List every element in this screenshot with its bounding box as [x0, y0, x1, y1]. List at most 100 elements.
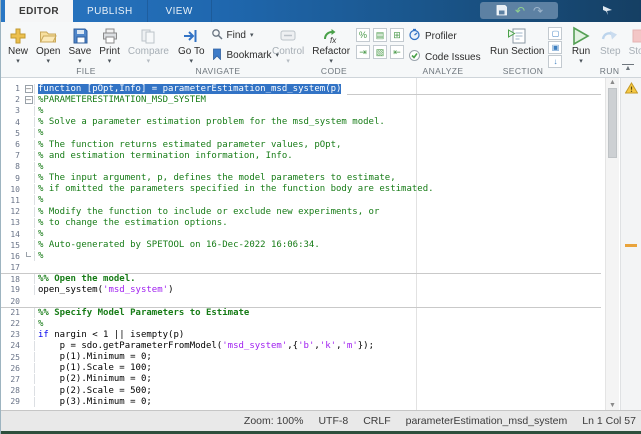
- code-line[interactable]: 14%: [1, 228, 601, 239]
- line-number[interactable]: 18: [1, 275, 23, 284]
- save-button[interactable]: Save ▾: [64, 25, 95, 66]
- code-line[interactable]: 4% Solve a parameter estimation problem …: [1, 117, 601, 128]
- code-line[interactable]: 10% if omitted the parameters specified …: [1, 184, 601, 195]
- warning-marker[interactable]: [625, 244, 637, 247]
- code-line[interactable]: 1–function [pOpt,Info] = parameterEstima…: [1, 83, 601, 94]
- scroll-up-icon[interactable]: ▲: [606, 79, 619, 86]
- line-number[interactable]: 20: [1, 297, 23, 306]
- code-text[interactable]: %: [34, 229, 601, 239]
- code-text[interactable]: %: [34, 106, 601, 116]
- code-line[interactable]: 21%% Specify Model Parameters to Estimat…: [1, 307, 601, 318]
- code-text[interactable]: % Auto-generated by SPETOOL on 16-Dec-20…: [34, 240, 601, 250]
- code-text[interactable]: % to change the estimation options.: [34, 218, 601, 228]
- code-line[interactable]: 2–%PARAMETERESTIMATION_MSD_SYSTEM: [1, 94, 601, 105]
- code-text[interactable]: % and estimation termination information…: [34, 151, 601, 161]
- line-number[interactable]: 17: [1, 263, 23, 272]
- code-line[interactable]: 7% and estimation termination informatio…: [1, 150, 601, 161]
- code-text[interactable]: % if omitted the parameters specified in…: [34, 184, 601, 194]
- scroll-down-icon[interactable]: ▼: [606, 402, 619, 409]
- code-line[interactable]: 22%: [1, 318, 601, 329]
- code-text[interactable]: %: [34, 162, 601, 172]
- code-text[interactable]: p(1).Minimum = 0;: [34, 352, 601, 362]
- scrollbar-thumb[interactable]: [608, 88, 617, 158]
- step-button[interactable]: Step: [596, 25, 625, 59]
- goto-button[interactable]: Go To ▾: [174, 25, 209, 66]
- line-number[interactable]: 5: [1, 129, 23, 138]
- line-number[interactable]: 9: [1, 174, 23, 183]
- line-number[interactable]: 14: [1, 230, 23, 239]
- code-text[interactable]: function [pOpt,Info] = parameterEstimati…: [34, 84, 601, 94]
- line-number[interactable]: 11: [1, 196, 23, 205]
- code-line[interactable]: 28 p(2).Scale = 500;: [1, 385, 601, 396]
- code-text[interactable]: %% Open the model.: [34, 274, 601, 284]
- code-line[interactable]: 13 % to change the estimation options.: [1, 217, 601, 228]
- line-number[interactable]: 29: [1, 397, 23, 406]
- code-text[interactable]: p(2).Scale = 500;: [34, 386, 601, 396]
- line-number[interactable]: 13: [1, 218, 23, 227]
- code-line[interactable]: 12% Modify the function to include or ex…: [1, 206, 601, 217]
- warning-icon[interactable]: [625, 81, 638, 99]
- line-number[interactable]: 3: [1, 106, 23, 115]
- code-line[interactable]: 24 p = sdo.getParameterFromModel('msd_sy…: [1, 340, 601, 351]
- comment-icon[interactable]: %: [356, 28, 370, 42]
- open-button[interactable]: Open ▾: [32, 25, 64, 66]
- line-number[interactable]: 21: [1, 308, 23, 317]
- compare-button[interactable]: Compare ▾: [124, 25, 173, 66]
- code-text[interactable]: p(1).Scale = 100;: [34, 363, 601, 373]
- redo-icon[interactable]: ↷: [533, 5, 543, 17]
- code-line[interactable]: 16%: [1, 251, 601, 262]
- code-text[interactable]: p(3).Minimum = 0;: [34, 397, 601, 407]
- fold-open-icon[interactable]: –: [23, 85, 34, 93]
- line-number[interactable]: 19: [1, 285, 23, 294]
- code-line[interactable]: 5%: [1, 128, 601, 139]
- code-text[interactable]: %: [34, 128, 601, 138]
- line-number[interactable]: 8: [1, 162, 23, 171]
- indent-right-icon[interactable]: ▧: [373, 45, 387, 59]
- line-number[interactable]: 2: [1, 95, 23, 104]
- indent-left-icon[interactable]: ⇤: [390, 45, 404, 59]
- code-line[interactable]: 6% The function returns estimated parame…: [1, 139, 601, 150]
- refactor-button[interactable]: fx Refactor ▾: [308, 25, 354, 66]
- line-number[interactable]: 27: [1, 375, 23, 384]
- code-line[interactable]: 25 p(1).Minimum = 0;: [1, 352, 601, 363]
- code-line[interactable]: 26 p(1).Scale = 100;: [1, 363, 601, 374]
- tab-editor[interactable]: EDITOR: [5, 0, 73, 22]
- code-text[interactable]: % Modify the function to include or excl…: [34, 207, 601, 217]
- code-text[interactable]: p(2).Minimum = 0;: [34, 374, 601, 384]
- vertical-scrollbar[interactable]: ▲ ▼: [605, 78, 619, 410]
- collapse-toolstrip-icon[interactable]: ▲: [622, 64, 634, 73]
- code-text[interactable]: % The function returns estimated paramet…: [34, 140, 601, 150]
- code-line[interactable]: 11%: [1, 195, 601, 206]
- print-button[interactable]: Print ▾: [95, 25, 124, 66]
- new-button[interactable]: New ▾: [4, 25, 32, 66]
- line-number[interactable]: 23: [1, 330, 23, 339]
- code-line[interactable]: 18 %% Open the model.: [1, 273, 601, 284]
- tab-view[interactable]: VIEW: [148, 0, 212, 22]
- code-text[interactable]: open_system('msd_system'): [34, 285, 601, 295]
- code-line[interactable]: 20: [1, 296, 601, 307]
- code-line[interactable]: 15% Auto-generated by SPETOOL on 16-Dec-…: [1, 240, 601, 251]
- code-line[interactable]: 19 open_system('msd_system'): [1, 284, 601, 295]
- code-text[interactable]: if nargin < 1 || isempty(p): [34, 330, 601, 340]
- code-lines[interactable]: 1–function [pOpt,Info] = parameterEstima…: [1, 83, 601, 407]
- code-text[interactable]: p = sdo.getParameterFromModel('msd_syste…: [34, 341, 601, 351]
- code-text[interactable]: %: [34, 195, 601, 205]
- code-line[interactable]: 8%: [1, 161, 601, 172]
- code-line[interactable]: 17: [1, 262, 601, 273]
- fold-open-icon[interactable]: –: [23, 96, 34, 104]
- line-number[interactable]: 16: [1, 252, 23, 261]
- line-number[interactable]: 25: [1, 353, 23, 362]
- code-text[interactable]: %: [34, 251, 601, 261]
- uncomment-icon[interactable]: ⊞: [390, 28, 404, 42]
- line-number[interactable]: 1: [1, 84, 23, 93]
- code-text[interactable]: % The input argument, p, defines the mod…: [34, 173, 601, 183]
- code-text[interactable]: % Solve a parameter estimation problem f…: [34, 117, 601, 127]
- control-button[interactable]: Control ▾: [268, 25, 308, 66]
- section-break-icon[interactable]: ▢: [548, 27, 562, 40]
- code-line[interactable]: 27 p(2).Minimum = 0;: [1, 374, 601, 385]
- smart-indent-icon[interactable]: ⇥: [356, 45, 370, 59]
- line-number[interactable]: 22: [1, 319, 23, 328]
- line-number[interactable]: 26: [1, 364, 23, 373]
- undo-icon[interactable]: ↶: [515, 5, 525, 17]
- code-line[interactable]: 23 if nargin < 1 || isempty(p): [1, 329, 601, 340]
